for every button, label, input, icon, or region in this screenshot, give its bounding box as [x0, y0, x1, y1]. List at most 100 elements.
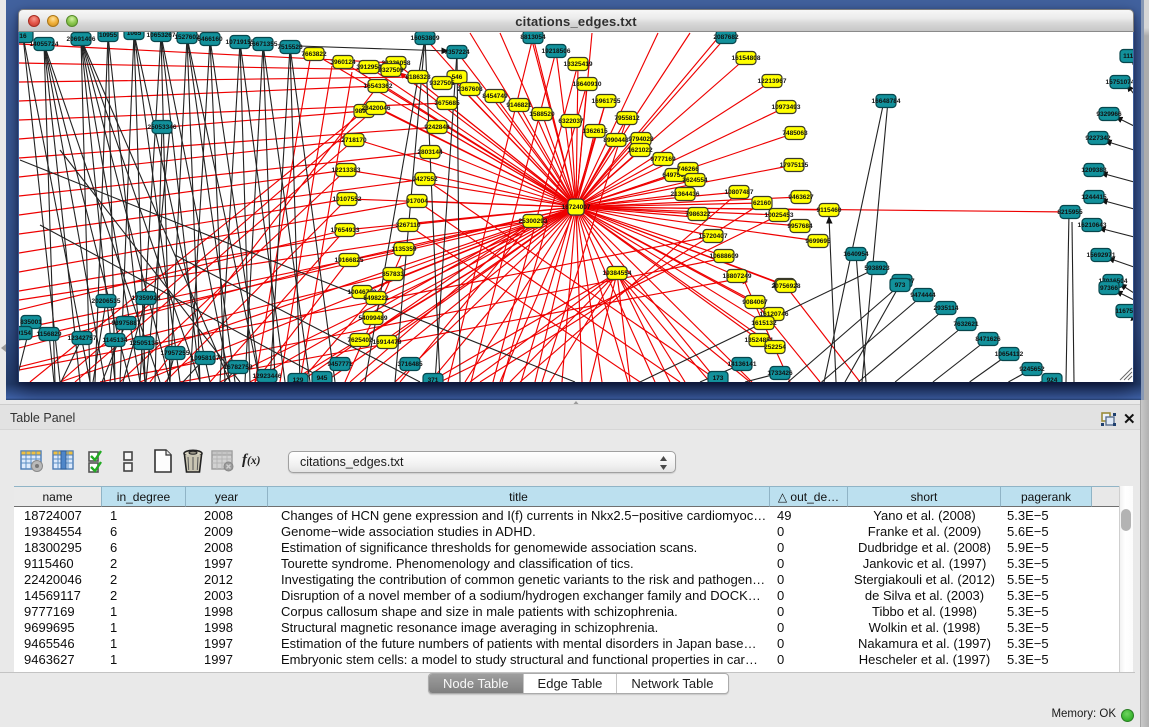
svg-text:746266: 746266	[677, 166, 699, 173]
svg-text:9427552: 9427552	[412, 176, 438, 183]
svg-text:1244415: 1244415	[1081, 194, 1107, 201]
svg-text:10107552: 10107552	[333, 196, 362, 203]
svg-text:9463627: 9463627	[788, 194, 814, 201]
svg-text:9242848: 9242848	[424, 124, 450, 131]
svg-text:945: 945	[317, 375, 328, 382]
svg-text:10688609: 10688609	[710, 253, 739, 260]
svg-text:3267110: 3267110	[396, 222, 421, 229]
svg-text:1209383: 1209383	[1081, 167, 1107, 174]
svg-text:16154808: 16154808	[732, 55, 761, 62]
svg-text:1362615: 1362615	[582, 128, 608, 135]
svg-text:973: 973	[895, 282, 906, 289]
svg-text:5938923: 5938923	[864, 265, 890, 272]
svg-text:16961755: 16961755	[592, 98, 621, 105]
svg-text:7986322: 7986322	[685, 211, 711, 218]
svg-text:924: 924	[1047, 377, 1058, 382]
svg-text:6322037: 6322037	[558, 118, 584, 125]
svg-text:15751074: 15751074	[1106, 79, 1133, 86]
svg-text:7632621: 7632621	[953, 321, 979, 328]
svg-text:62160: 62160	[753, 200, 771, 207]
svg-text:1621022: 1621022	[627, 147, 653, 154]
svg-text:9227342: 9227342	[1085, 135, 1111, 142]
svg-text:1117: 1117	[1123, 53, 1133, 60]
svg-text:2718170: 2718170	[341, 137, 367, 144]
svg-text:20691406: 20691406	[67, 36, 96, 43]
svg-text:2803144: 2803144	[417, 149, 443, 156]
svg-text:20756928: 20756928	[772, 283, 801, 290]
svg-text:16782759: 16782759	[224, 364, 253, 371]
svg-text:7625402: 7625402	[347, 337, 373, 344]
svg-text:18640910: 18640910	[573, 81, 602, 88]
svg-text:129: 129	[293, 377, 304, 382]
svg-text:173: 173	[713, 375, 724, 382]
svg-text:9474444: 9474444	[910, 292, 936, 299]
svg-text:835001: 835001	[20, 319, 42, 326]
svg-text:19384554: 19384554	[603, 270, 632, 277]
svg-text:1640954: 1640954	[843, 251, 869, 258]
svg-text:7515526: 7515526	[277, 44, 303, 51]
svg-text:39154: 39154	[19, 330, 31, 337]
svg-text:1135359: 1135359	[392, 246, 417, 253]
svg-text:9777169: 9777169	[650, 156, 676, 163]
svg-text:9245652: 9245652	[1019, 366, 1045, 373]
svg-text:18807249: 18807249	[723, 273, 752, 280]
svg-text:1145134: 1145134	[103, 337, 128, 344]
svg-text:25300293: 25300293	[519, 218, 548, 225]
svg-text:5498222: 5498222	[363, 295, 389, 302]
svg-text:19218506: 19218506	[542, 48, 571, 55]
svg-text:15720407: 15720407	[699, 233, 728, 240]
svg-text:9115460: 9115460	[817, 207, 842, 214]
svg-text:20206535: 20206535	[92, 298, 121, 305]
svg-text:917004: 917004	[406, 198, 428, 205]
svg-text:10973493: 10973493	[772, 104, 801, 111]
svg-text:17359928: 17359928	[132, 295, 161, 302]
svg-text:17975115: 17975115	[780, 162, 809, 169]
svg-text:13325419: 13325419	[564, 61, 593, 68]
svg-text:9084067: 9084067	[742, 299, 768, 306]
svg-text:9329966: 9329966	[1096, 111, 1122, 118]
svg-text:2935114: 2935114	[934, 305, 959, 312]
svg-text:1065: 1065	[127, 32, 142, 37]
svg-text:7955812: 7955812	[614, 115, 640, 122]
svg-text:7357224: 7357224	[444, 49, 470, 56]
svg-text:8215955: 8215955	[1057, 209, 1083, 216]
svg-text:8990448: 8990448	[603, 137, 629, 144]
svg-text:116753: 116753	[1115, 308, 1133, 315]
svg-text:10025453: 10025453	[765, 212, 794, 219]
svg-text:8471626: 8471626	[975, 336, 1001, 343]
svg-text:25053346: 25053346	[148, 124, 177, 131]
svg-text:14055724: 14055724	[30, 41, 59, 48]
svg-text:1156829: 1156829	[37, 331, 62, 338]
svg-text:9699695: 9699695	[805, 238, 831, 245]
svg-text:16914479: 16914479	[373, 339, 402, 346]
svg-text:17957255: 17957255	[161, 350, 190, 357]
svg-text:12213967: 12213967	[758, 78, 787, 85]
svg-text:16053809: 16053809	[411, 35, 440, 42]
svg-text:9957684: 9957684	[787, 223, 813, 230]
svg-text:9457771: 9457771	[327, 361, 353, 368]
svg-text:15692971: 15692971	[1087, 252, 1116, 259]
svg-text:9146821: 9146821	[506, 102, 532, 109]
svg-text:1733426: 1733426	[767, 370, 793, 377]
svg-text:54099489: 54099489	[359, 315, 388, 322]
svg-text:16671355: 16671355	[249, 41, 278, 48]
svg-text:12342757: 12342757	[68, 335, 97, 342]
svg-text:252254: 252254	[764, 344, 786, 351]
svg-text:97366: 97366	[1100, 285, 1118, 292]
svg-text:857833: 857833	[382, 271, 404, 278]
svg-text:2087682: 2087682	[713, 34, 739, 41]
svg-text:12213383: 12213383	[332, 167, 361, 174]
svg-text:16: 16	[19, 33, 27, 40]
svg-text:3960124: 3960124	[330, 59, 356, 66]
svg-text:17654933: 17654933	[331, 227, 360, 234]
svg-text:9327509: 9327509	[378, 67, 404, 74]
svg-text:7485063: 7485063	[782, 130, 808, 137]
svg-text:18724007: 18724007	[562, 204, 591, 211]
svg-text:9327505: 9327505	[429, 80, 455, 87]
svg-text:7663822: 7663822	[301, 51, 327, 58]
svg-text:14136141: 14136141	[728, 361, 757, 368]
svg-text:16648784: 16648784	[872, 98, 901, 105]
svg-text:8813054: 8813054	[520, 34, 546, 41]
svg-text:371: 371	[428, 377, 439, 382]
svg-text:1615132: 1615132	[751, 320, 777, 327]
